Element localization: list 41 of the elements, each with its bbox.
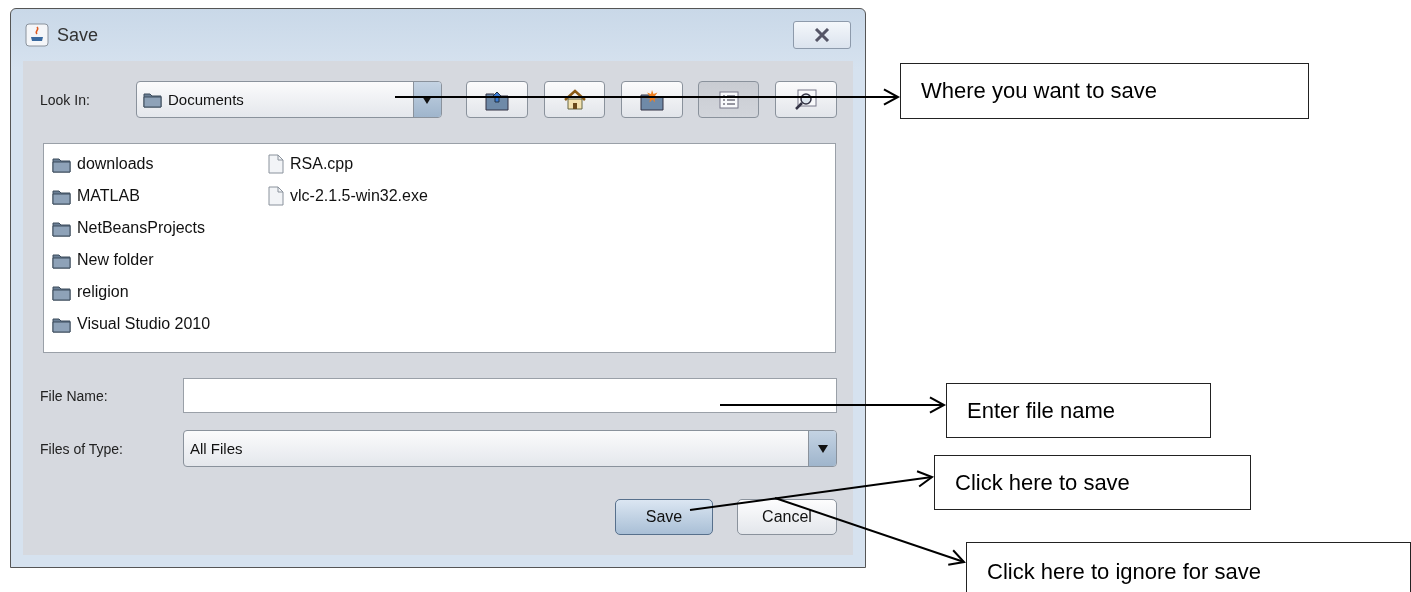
toolbar-button[interactable] — [621, 81, 683, 118]
look-in-label: Look In: — [40, 91, 91, 108]
callout-label: Click here to ignore for save — [966, 542, 1411, 592]
dropdown-arrow-icon — [817, 444, 828, 453]
dialog-button[interactable]: Cancel — [737, 499, 837, 535]
folder-icon — [52, 187, 71, 205]
magnifier-icon — [794, 88, 819, 111]
folder-icon — [143, 91, 162, 108]
look-in-dropdown[interactable]: Documents — [136, 81, 442, 118]
toolbar-button[interactable] — [775, 81, 837, 118]
file-name-label: File Name: — [40, 387, 109, 404]
file-list-item[interactable]: NetBeansProjects — [52, 212, 268, 244]
default-button[interactable]: Save — [615, 499, 713, 535]
file-list-item[interactable]: vlc-2.1.5-win32.exe — [268, 180, 484, 212]
dropdown-arrow-icon — [422, 95, 433, 104]
file-list-item[interactable]: RSA.cpp — [268, 148, 484, 180]
callout-label: Where you want to save — [900, 63, 1309, 119]
callout-label: Enter file name — [946, 383, 1211, 438]
folder-icon — [52, 155, 71, 173]
files-of-type-label: Files of Type: — [40, 440, 124, 457]
file-list-item[interactable]: MATLAB — [52, 180, 268, 212]
files-of-type-dropdown[interactable]: All Files — [183, 430, 837, 467]
close-button[interactable] — [793, 21, 851, 49]
toolbar-button[interactable] — [543, 81, 606, 118]
file-list-item[interactable]: New folder — [52, 244, 268, 276]
file-icon — [268, 154, 284, 174]
callout-label: Click here to save — [934, 455, 1251, 510]
folder-icon — [52, 315, 71, 333]
file-name-field[interactable] — [183, 378, 837, 413]
folder-icon — [52, 219, 71, 237]
folder-icon — [52, 251, 71, 269]
toolbar-button[interactable] — [697, 81, 760, 118]
file-list-item[interactable]: downloads — [52, 148, 268, 180]
file-icon — [268, 186, 284, 206]
toolbar-button[interactable] — [466, 81, 528, 118]
app-icon — [25, 23, 49, 47]
file-list-item[interactable]: religion — [52, 276, 268, 308]
folder-icon — [52, 283, 71, 301]
close-icon — [814, 28, 830, 42]
file-list-item[interactable]: Visual Studio 2010 — [52, 308, 268, 340]
window-title: Save — [57, 24, 100, 46]
